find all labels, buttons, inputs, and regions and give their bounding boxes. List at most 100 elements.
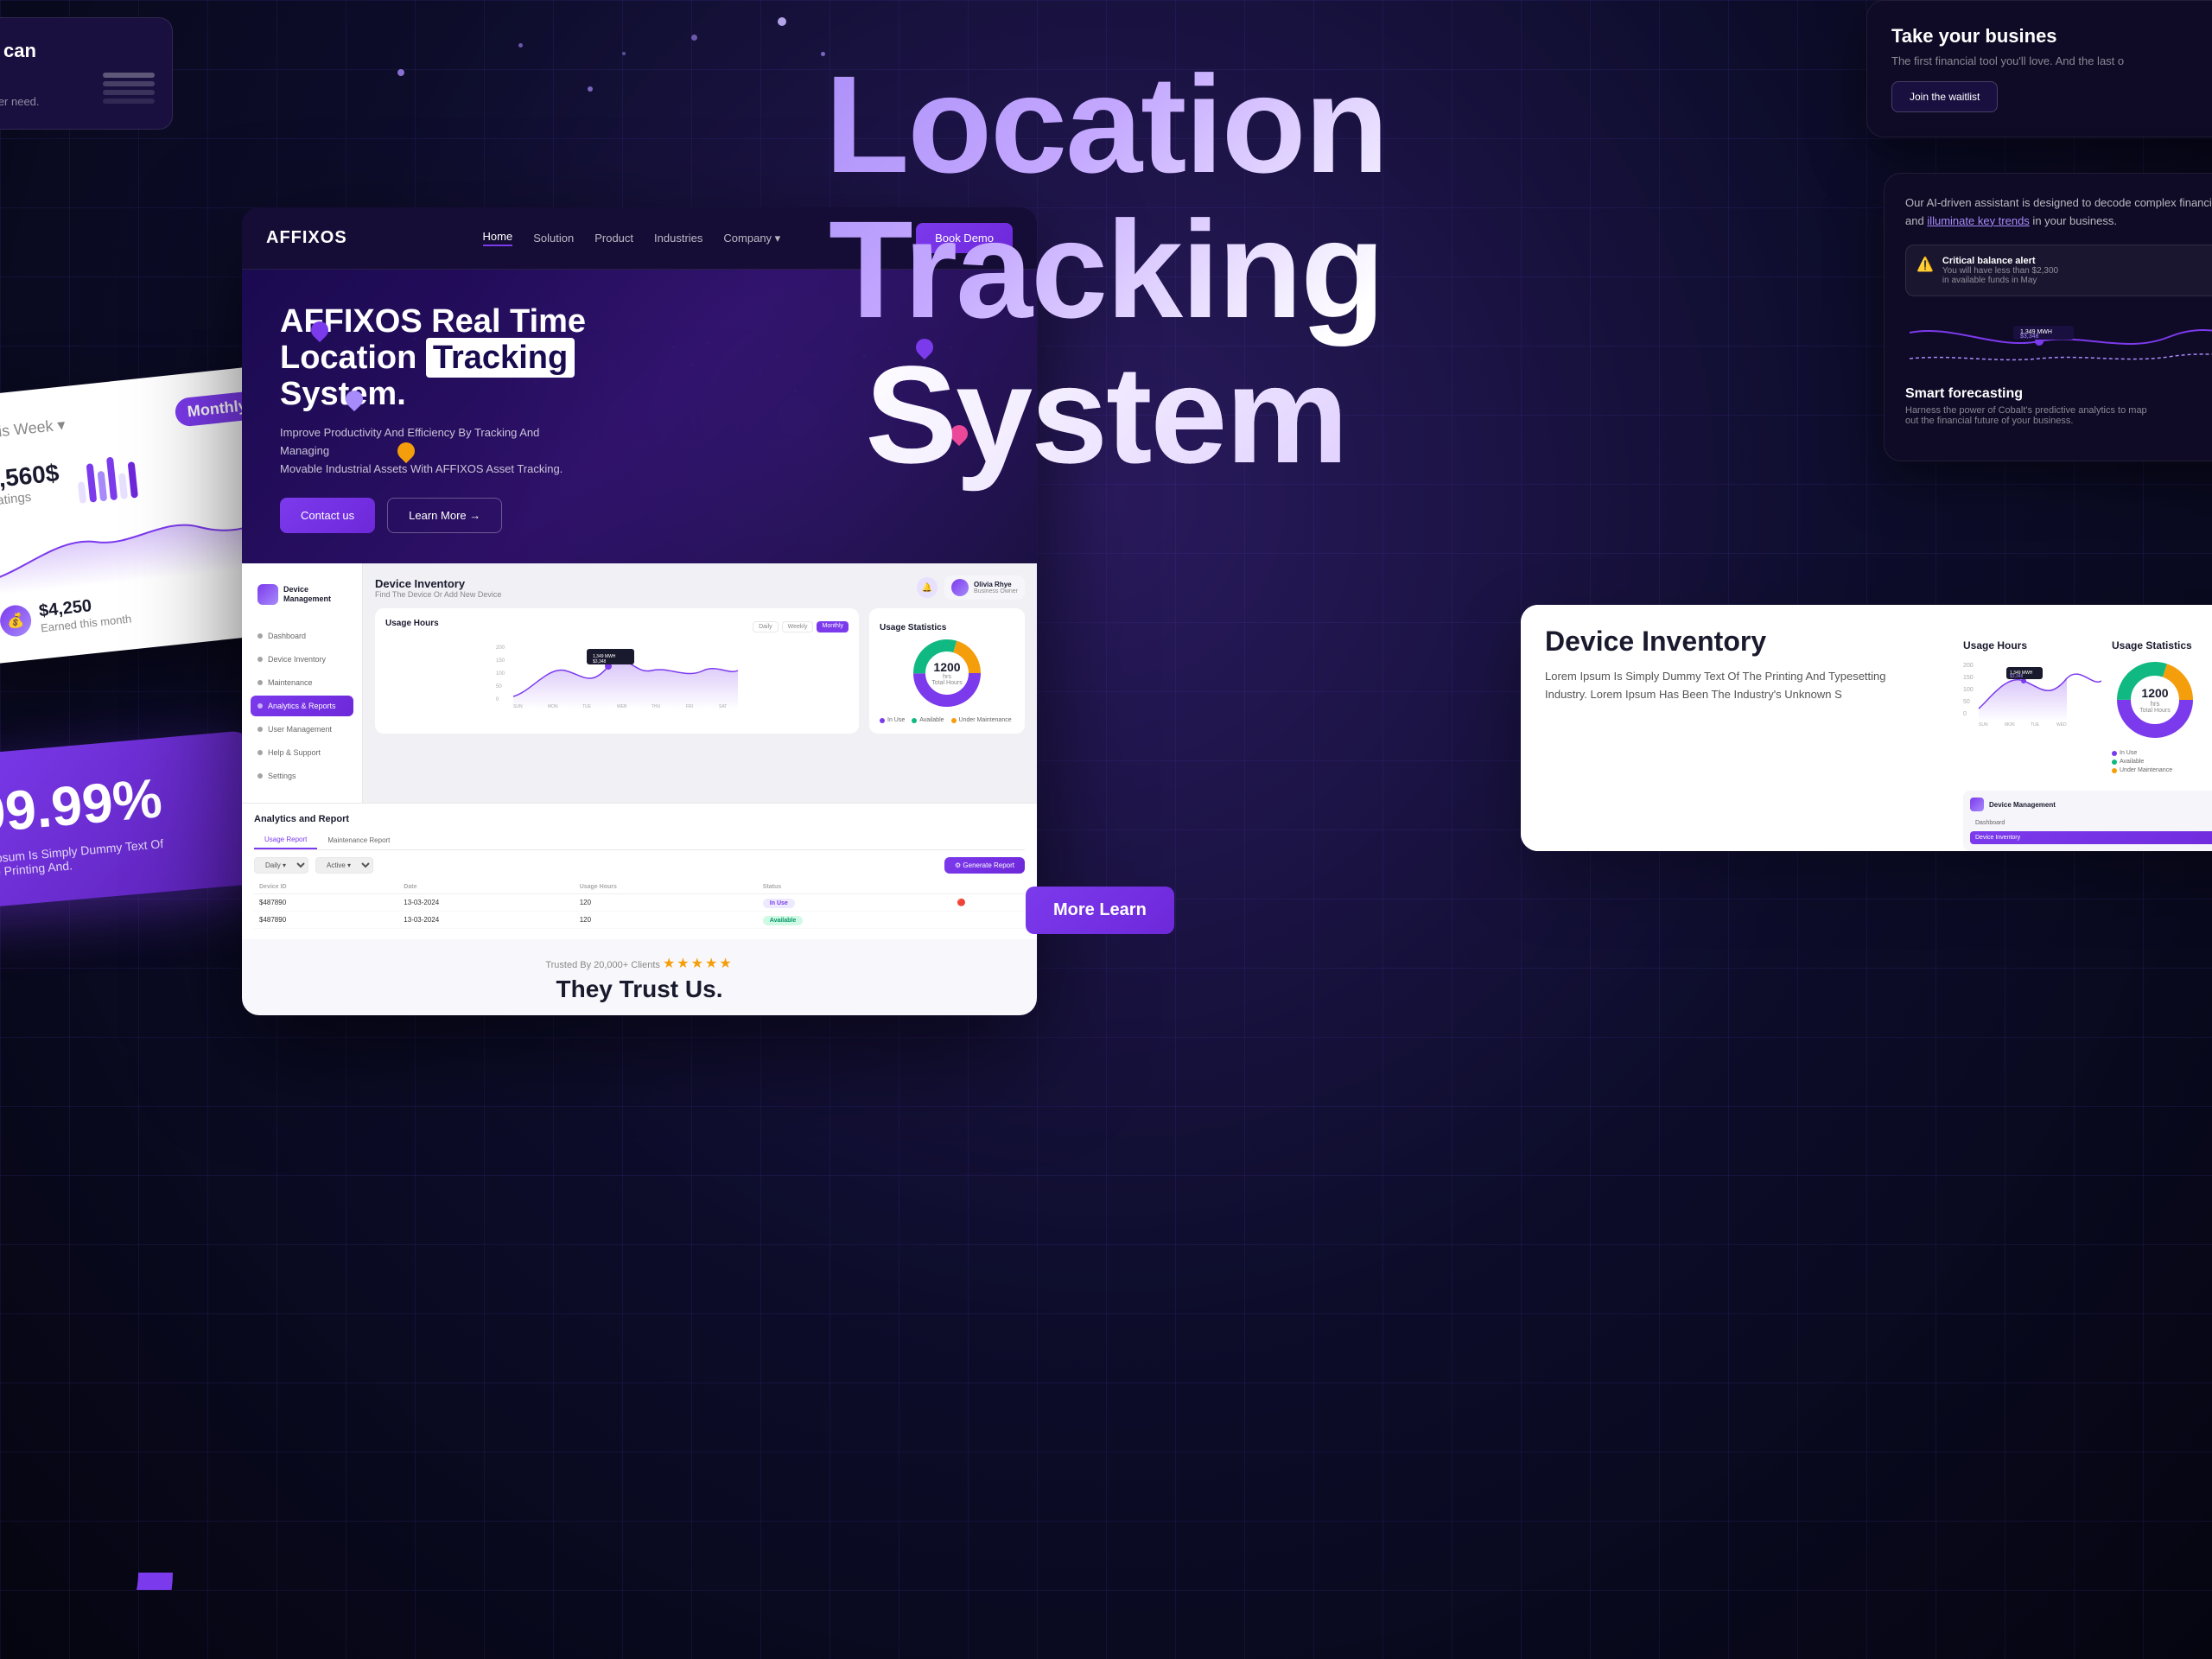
notification-bell[interactable]: 🔔 [917, 577, 938, 598]
cell-status-2: Available [758, 912, 952, 929]
cell-device-id-2: $487890 [254, 912, 398, 929]
svg-text:TUE: TUE [2031, 722, 2040, 726]
usage-stats-chart: Usage Statistics 1200 hrs Total Hours [869, 608, 1025, 734]
user-role: Business Owner [974, 588, 1018, 594]
more-learn-button[interactable]: More Learn [1026, 887, 1174, 934]
svg-text:$3,348: $3,348 [593, 659, 607, 664]
svg-text:150: 150 [496, 658, 505, 664]
svg-text:100: 100 [496, 671, 505, 677]
automation-card: tomation canness. ast one you'll ever ne… [0, 17, 173, 130]
svg-text:200: 200 [496, 645, 505, 651]
ai-highlight: illuminate key trends [1927, 214, 2030, 227]
sidebar-item-dashboard[interactable]: Dashboard [251, 626, 353, 646]
sidebar-title: DeviceManagement [283, 585, 331, 604]
rbc-dot-available [2112, 760, 2117, 765]
main-content: Device Inventory Find The Device Or Add … [363, 563, 1037, 803]
join-waitlist-button[interactable]: Join the waitlist [1891, 81, 1998, 112]
col-action [952, 880, 1025, 894]
rbc-donut-center: 1200 hrs Total Hours [2139, 686, 2170, 714]
sidebar-label-analytics: Analytics & Reports [268, 702, 336, 710]
svg-text:SAT: SAT [719, 704, 727, 709]
sidebar-label-settings: Settings [268, 772, 296, 780]
nav-home[interactable]: Home [483, 230, 513, 246]
rbc-donut: 1200 hrs Total Hours [2112, 657, 2198, 743]
sidebar-item-help[interactable]: Help & Support [251, 742, 353, 763]
nav-solution[interactable]: Solution [533, 232, 574, 245]
rbc-sidebar-item-dashboard[interactable]: Dashboard [1970, 817, 2212, 830]
right-ai-card: Our AI-driven assistant is designed to d… [1884, 173, 2212, 461]
sidebar-icon [257, 584, 278, 605]
donut-hrs-label: hrs [931, 674, 962, 680]
svg-text:MON: MON [2005, 722, 2015, 726]
cell-hours-1: 120 [575, 894, 758, 912]
rbc-stats-title: Usage Statistics [2112, 639, 2198, 652]
main-title-section: Location Tracking System [588, 52, 1624, 487]
legend-label-maintenance: Under Maintenance [959, 717, 1012, 723]
donut-partial-left [0, 1417, 173, 1590]
monthly-filter[interactable]: Monthly [817, 621, 849, 632]
rbc-legend-available: Available [2112, 759, 2198, 765]
usage-chart-svg: 200 150 100 50 0 1,349 MWH $3,348 [385, 640, 849, 709]
stars: ★★★★★ [663, 957, 734, 971]
daily-filter[interactable]: Daily [753, 621, 779, 632]
sidebar-item-settings[interactable]: Settings [251, 766, 353, 786]
particle-2 [518, 43, 523, 48]
trusted-section: Trusted By 20,000+ Clients ★★★★★ They Tr… [242, 939, 1037, 1015]
hero-buttons: Contact us Learn More → [280, 498, 999, 533]
particle-6 [778, 17, 786, 26]
sidebar-dot-settings [257, 773, 263, 779]
rbc-sidebar-item-inventory[interactable]: Device Inventory [1970, 831, 2212, 844]
user-profile[interactable]: Olivia Rhye Business Owner [944, 575, 1025, 600]
active-select[interactable]: Active ▾ [315, 857, 373, 874]
sidebar-item-device-inventory[interactable]: Device Inventory [251, 649, 353, 670]
charts-row: Usage Hours Daily Weekly Monthly [375, 608, 1025, 734]
table-row: $487890 13-03-2024 120 Available [254, 912, 1025, 929]
legend-in-use: In Use [880, 717, 905, 723]
rbc-legend: In Use Available Under Maintenance [2112, 750, 2198, 773]
learn-more-button[interactable]: Learn More → [387, 498, 502, 533]
sidebar-label-users: User Management [268, 725, 332, 734]
legend-dot-in-use [880, 718, 885, 723]
col-status: Status [758, 880, 952, 894]
donut-total-label: Total Hours [931, 680, 962, 686]
sidebar-item-users[interactable]: User Management [251, 719, 353, 740]
col-date: Date [398, 880, 574, 894]
filter-row: Daily ▾ Active ▾ ⚙ Generate Report [254, 857, 1025, 874]
device-inventory-title: Device Inventory [1545, 626, 1929, 658]
rbc-legend-maintenance: Under Maintenance [2112, 767, 2198, 773]
legend-dot-maintenance [951, 718, 957, 723]
week-label[interactable]: This Week ▾ [0, 416, 67, 442]
col-device-id: Device ID [254, 880, 398, 894]
sidebar-label-dashboard: Dashboard [268, 632, 306, 640]
svg-text:50: 50 [1963, 699, 1970, 705]
sidebar-dot-help [257, 750, 263, 755]
particle-1 [397, 69, 404, 76]
svg-text:SUN: SUN [513, 704, 523, 709]
rbc-label-maintenance: Under Maintenance [2120, 767, 2172, 773]
usage-stats-title: Usage Statistics [880, 623, 946, 632]
generate-report-button[interactable]: ⚙ Generate Report [944, 857, 1025, 874]
status-badge-available: Available [763, 916, 803, 925]
usage-hours-title: Usage Hours [385, 619, 439, 628]
daily-select[interactable]: Daily ▾ [254, 857, 308, 874]
rbc-dot-maintenance [2112, 768, 2117, 773]
legend-label-available: Available [919, 717, 944, 723]
sidebar: DeviceManagement Dashboard Device Invent… [242, 563, 363, 803]
svg-text:FRI: FRI [686, 704, 693, 709]
sidebar-label-help: Help & Support [268, 748, 321, 757]
sidebar-item-analytics[interactable]: Analytics & Reports [251, 696, 353, 716]
tab-maintenance-report[interactable]: Maintenance Report [317, 831, 400, 849]
rbc-sidebar-title: Device Management [1989, 801, 2056, 809]
cell-status-1: In Use [758, 894, 952, 912]
sidebar-item-maintenance[interactable]: Maintenance [251, 672, 353, 693]
user-name: Olivia Rhye [974, 581, 1018, 588]
affixos-logo: AFFIXOS [266, 228, 347, 248]
weekly-filter[interactable]: Weekly [782, 621, 814, 632]
donut-hours-value: 1200 [931, 660, 962, 674]
more-learn-section: More Learn [1026, 887, 1174, 934]
tab-usage-report[interactable]: Usage Report [254, 831, 317, 849]
contact-us-button[interactable]: Contact us [280, 498, 375, 533]
donut-center: 1200 hrs Total Hours [931, 660, 962, 686]
rbc-charts: Usage Hours 200 150 100 50 0 [1963, 626, 2212, 787]
mini-bar-chart [74, 446, 138, 504]
